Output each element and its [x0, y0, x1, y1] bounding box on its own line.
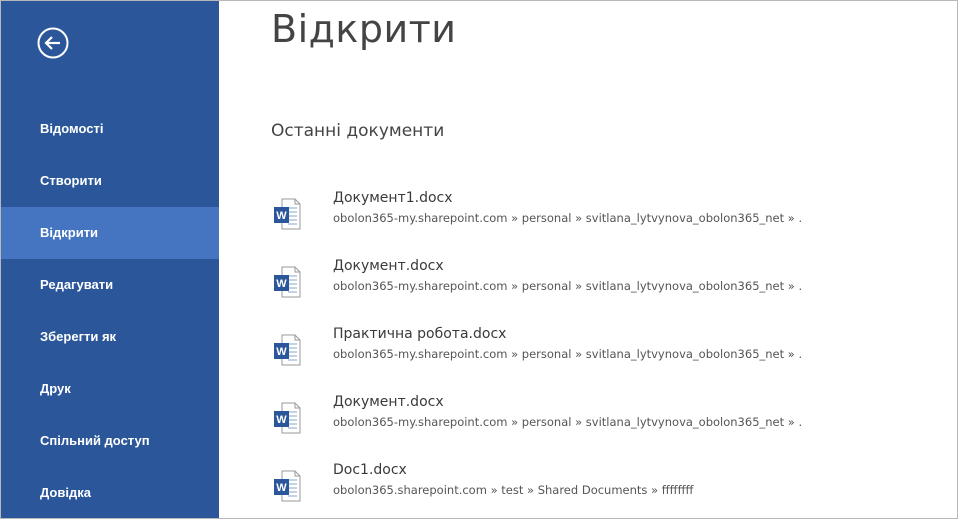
svg-text:W: W [276, 482, 287, 494]
nav-item-save-as[interactable]: Зберегти як [1, 311, 219, 363]
nav-item-info[interactable]: Відомості [1, 103, 219, 155]
recent-documents-heading: Останні документи [271, 121, 445, 141]
back-arrow-icon [36, 26, 70, 60]
recent-document-item[interactable]: W Документ1.docx obolon365-my.sharepoint… [269, 181, 957, 249]
backstage-nav: Відомості Створити Відкрити Редагувати З… [1, 103, 219, 518]
page-title: Відкрити [271, 7, 457, 51]
document-name: Документ1.docx [333, 190, 453, 206]
recent-documents-list: W Документ1.docx obolon365-my.sharepoint… [269, 181, 957, 518]
word-document-icon: W [273, 470, 301, 502]
backstage-sidebar: Відомості Створити Відкрити Редагувати З… [1, 1, 219, 518]
svg-text:W: W [276, 278, 287, 290]
nav-item-open[interactable]: Відкрити [1, 207, 219, 259]
document-name: Практична робота.docx [333, 326, 507, 342]
document-path: obolon365-my.sharepoint.com » personal »… [333, 279, 803, 293]
nav-item-share[interactable]: Спільний доступ [1, 415, 219, 467]
backstage-view: Відомості Створити Відкрити Редагувати З… [0, 0, 958, 519]
nav-item-print[interactable]: Друк [1, 363, 219, 415]
nav-item-new[interactable]: Створити [1, 155, 219, 207]
main-panel: Відкрити Останні документи W Документ1.d… [219, 1, 957, 518]
recent-document-item[interactable]: W Документ.docx obolon365-my.sharepoint.… [269, 385, 957, 453]
nav-item-edit[interactable]: Редагувати [1, 259, 219, 311]
recent-document-item[interactable]: W Документ.docx obolon365-my.sharepoint.… [269, 249, 957, 317]
nav-item-help[interactable]: Довідка [1, 467, 219, 518]
document-path: obolon365.sharepoint.com » test » Shared… [333, 483, 694, 497]
word-document-icon: W [273, 334, 301, 366]
word-document-icon: W [273, 198, 301, 230]
back-button[interactable] [36, 26, 70, 60]
document-path: obolon365-my.sharepoint.com » personal »… [333, 211, 803, 225]
svg-text:W: W [276, 210, 287, 222]
document-path: obolon365-my.sharepoint.com » personal »… [333, 347, 803, 361]
document-name: Документ.docx [333, 258, 444, 274]
document-name: Doc1.docx [333, 462, 407, 478]
document-name: Документ.docx [333, 394, 444, 410]
recent-document-item[interactable]: W Doc1.docx obolon365.sharepoint.com » t… [269, 453, 957, 518]
recent-document-item[interactable]: W Практична робота.docx obolon365-my.sha… [269, 317, 957, 385]
word-document-icon: W [273, 402, 301, 434]
svg-text:W: W [276, 346, 287, 358]
svg-text:W: W [276, 414, 287, 426]
word-document-icon: W [273, 266, 301, 298]
document-path: obolon365-my.sharepoint.com » personal »… [333, 415, 803, 429]
